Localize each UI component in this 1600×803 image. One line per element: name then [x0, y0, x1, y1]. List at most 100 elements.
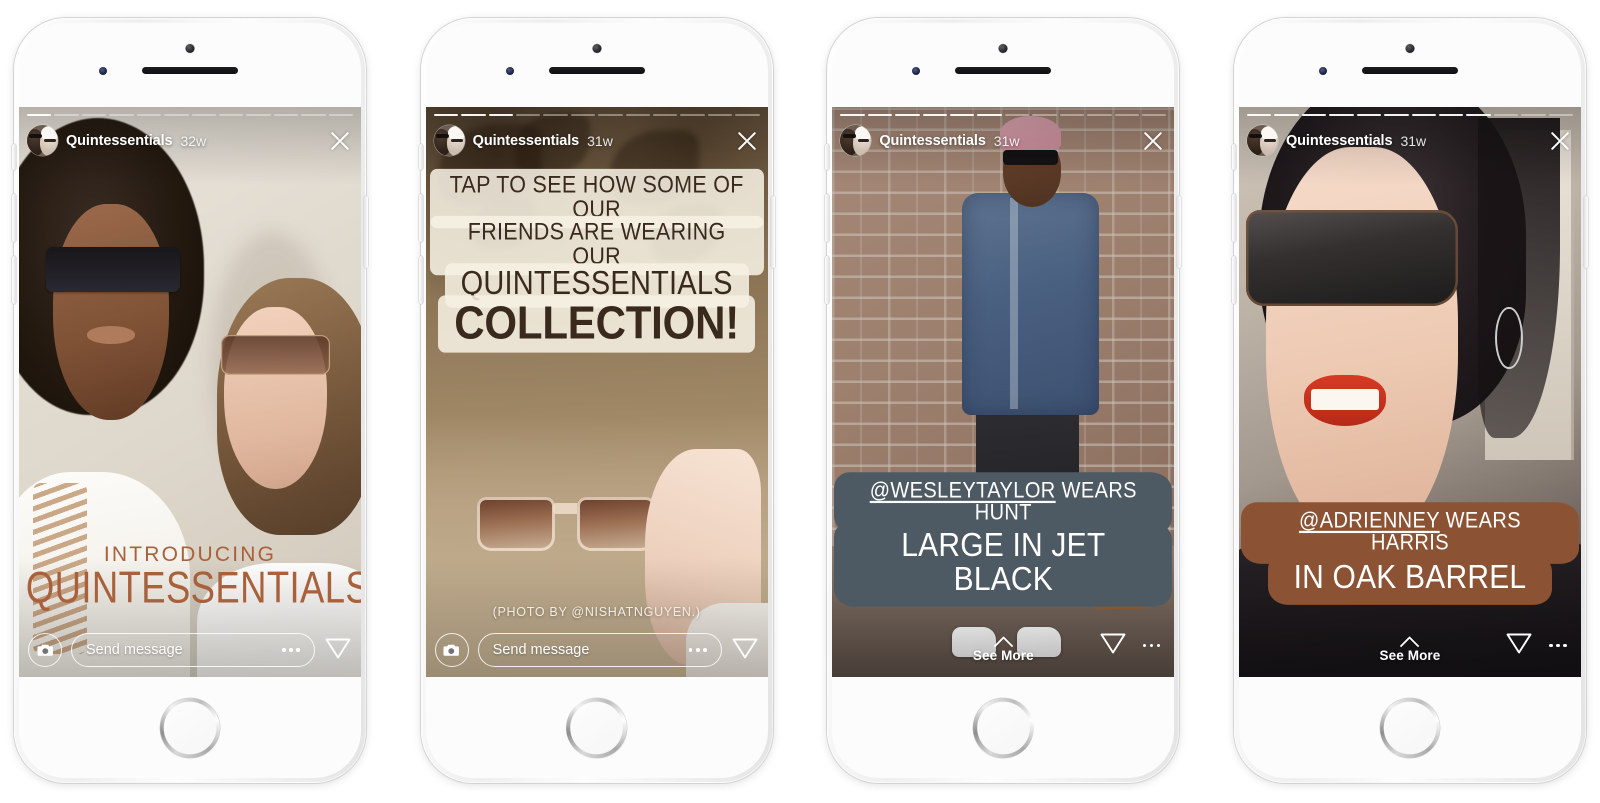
mute-switch[interactable] — [825, 144, 830, 170]
more-options-icon[interactable] — [282, 648, 300, 652]
story-progress-segment[interactable] — [735, 114, 760, 116]
volume-up-button[interactable] — [12, 194, 16, 242]
account-name[interactable]: Quintessentials — [1286, 133, 1393, 149]
story-screen-4[interactable]: Quintessentials 31w @ADRIENNEY WEARS HAR… — [1238, 107, 1581, 677]
close-icon[interactable] — [734, 128, 760, 154]
story-progress-segment[interactable] — [191, 114, 216, 116]
story-progress-segment[interactable] — [570, 114, 596, 116]
story-progress-segment[interactable] — [1493, 114, 1519, 116]
volume-down-button[interactable] — [418, 256, 423, 304]
story-progress-segment[interactable] — [1059, 114, 1085, 116]
story-progress-segment[interactable] — [950, 114, 975, 116]
more-options-icon[interactable] — [1142, 643, 1161, 648]
story-progress-segment[interactable] — [109, 114, 134, 116]
story-progress-bar-4[interactable] — [1246, 114, 1574, 116]
story-progress-segment[interactable] — [54, 114, 79, 116]
story-progress-segment[interactable] — [1356, 114, 1382, 116]
story-progress-segment[interactable] — [461, 114, 486, 116]
story-progress-segment[interactable] — [1411, 114, 1436, 116]
power-button[interactable] — [364, 196, 368, 268]
story-progress-segment[interactable] — [1438, 114, 1464, 116]
send-plane-icon[interactable] — [324, 635, 352, 666]
avatar[interactable] — [433, 125, 465, 156]
story-progress-segment[interactable] — [1329, 114, 1354, 116]
story-progress-segment[interactable] — [1087, 114, 1112, 116]
story-progress-segment[interactable] — [1301, 114, 1327, 116]
see-more-button[interactable]: See More — [973, 637, 1034, 663]
close-icon[interactable] — [1140, 128, 1166, 154]
story-progress-segment[interactable] — [1548, 114, 1574, 116]
volume-up-button[interactable] — [825, 194, 830, 242]
story-progress-segment[interactable] — [543, 114, 568, 116]
story-progress-bar-1[interactable] — [27, 114, 354, 116]
story-progress-segment[interactable] — [301, 114, 326, 116]
camera-icon[interactable] — [434, 633, 469, 667]
story-progress-segment[interactable] — [246, 114, 271, 116]
mute-switch[interactable] — [12, 144, 16, 170]
story-progress-segment[interactable] — [1466, 114, 1491, 116]
story-progress-segment[interactable] — [840, 114, 865, 116]
avatar[interactable] — [840, 125, 872, 156]
mentioned-handle[interactable]: @WESLEYTAYLOR — [870, 479, 1056, 503]
volume-up-button[interactable] — [1231, 194, 1236, 242]
story-progress-segment[interactable] — [867, 114, 893, 116]
story-progress-bar-2[interactable] — [433, 114, 760, 116]
home-button[interactable] — [1380, 699, 1439, 757]
story-progress-segment[interactable] — [1274, 114, 1299, 116]
story-progress-segment[interactable] — [81, 114, 107, 116]
account-name[interactable]: Quintessentials — [879, 133, 986, 149]
story-screen-3[interactable]: Quintessentials 31w @WESLEYTAYLOR WEARS … — [832, 107, 1175, 677]
story-progress-segment[interactable] — [653, 114, 678, 116]
volume-down-button[interactable] — [1231, 256, 1236, 304]
mentioned-handle[interactable]: @ADRIENNEY — [1299, 509, 1440, 533]
story-progress-segment[interactable] — [598, 114, 623, 116]
story-progress-segment[interactable] — [273, 114, 299, 116]
send-plane-icon[interactable] — [1099, 630, 1127, 661]
more-options-icon[interactable] — [688, 648, 707, 652]
send-plane-icon[interactable] — [731, 635, 759, 666]
story-progress-segment[interactable] — [922, 114, 947, 116]
story-progress-segment[interactable] — [164, 114, 189, 116]
send-message-input[interactable]: Send message — [71, 633, 315, 667]
story-progress-bar-3[interactable] — [840, 114, 1167, 116]
story-screen-2[interactable]: Quintessentials 31w TAP TO SEE HOW SOME … — [425, 107, 768, 677]
account-name[interactable]: Quintessentials — [473, 133, 580, 149]
see-more-button[interactable]: See More — [1380, 637, 1441, 663]
story-progress-segment[interactable] — [488, 114, 513, 116]
home-button[interactable] — [161, 699, 219, 757]
close-icon[interactable] — [327, 128, 353, 154]
home-button[interactable] — [567, 699, 626, 757]
story-progress-segment[interactable] — [515, 114, 541, 116]
story-progress-segment[interactable] — [680, 114, 705, 116]
avatar[interactable] — [1246, 125, 1278, 156]
story-progress-segment[interactable] — [433, 114, 459, 116]
volume-up-button[interactable] — [418, 194, 423, 242]
story-progress-segment[interactable] — [977, 114, 1002, 116]
story-progress-segment[interactable] — [1004, 114, 1030, 116]
avatar[interactable] — [27, 125, 58, 156]
home-button[interactable] — [974, 699, 1033, 757]
account-name[interactable]: Quintessentials — [66, 133, 173, 149]
story-progress-segment[interactable] — [1521, 114, 1546, 116]
story-progress-segment[interactable] — [218, 114, 244, 116]
power-button[interactable] — [1177, 196, 1182, 268]
story-screen-1[interactable]: Quintessentials 32w INTRODUCING QUINTESS… — [19, 107, 361, 677]
story-progress-segment[interactable] — [707, 114, 733, 116]
close-icon[interactable] — [1547, 128, 1573, 154]
mute-switch[interactable] — [418, 144, 423, 170]
story-progress-segment[interactable] — [895, 114, 920, 116]
volume-down-button[interactable] — [825, 256, 830, 304]
story-progress-segment[interactable] — [1246, 114, 1272, 116]
story-progress-segment[interactable] — [1114, 114, 1139, 116]
story-progress-segment[interactable] — [27, 114, 52, 116]
volume-down-button[interactable] — [12, 256, 16, 304]
story-progress-segment[interactable] — [136, 114, 162, 116]
story-progress-segment[interactable] — [625, 114, 651, 116]
story-progress-segment[interactable] — [1384, 114, 1409, 116]
story-progress-segment[interactable] — [328, 114, 354, 116]
send-message-input[interactable]: Send message — [477, 633, 722, 667]
more-options-icon[interactable] — [1549, 643, 1567, 648]
story-progress-segment[interactable] — [1141, 114, 1167, 116]
mute-switch[interactable] — [1231, 144, 1236, 170]
send-plane-icon[interactable] — [1505, 630, 1533, 661]
